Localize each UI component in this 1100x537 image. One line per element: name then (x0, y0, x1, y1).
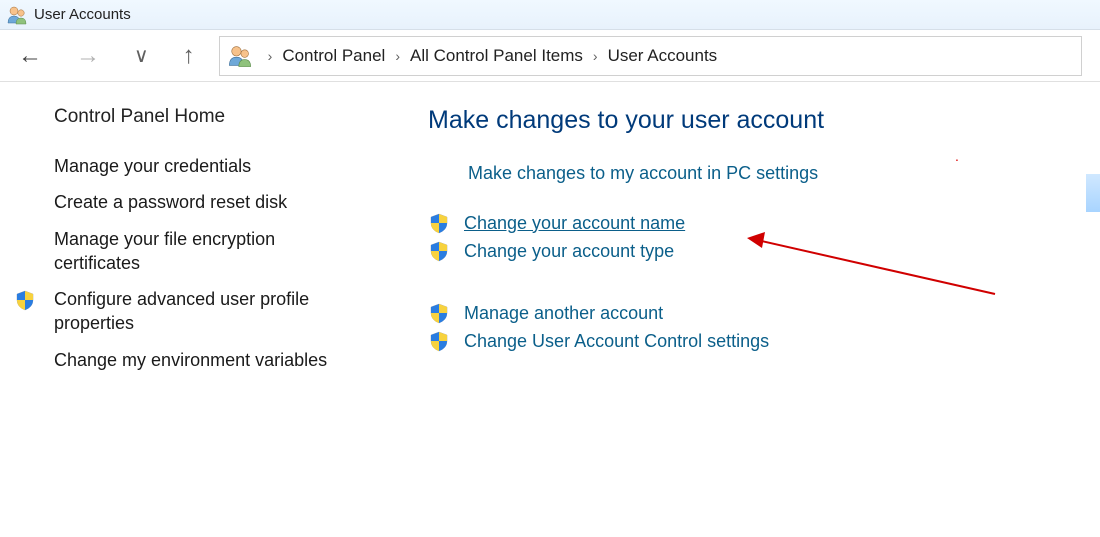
action-change-account-type[interactable]: Change your account type (428, 240, 1100, 262)
chevron-right-icon[interactable]: › (593, 48, 598, 64)
user-accounts-icon (6, 4, 28, 26)
title-bar: User Accounts (0, 0, 1100, 30)
shield-icon (428, 240, 450, 262)
sidebar-password-reset-disk[interactable]: Create a password reset disk (54, 190, 340, 214)
sidebar-item-label: Manage your credentials (54, 156, 251, 176)
action-manage-another-account[interactable]: Manage another account (428, 302, 1100, 324)
action-link-label: Change your account type (464, 241, 674, 262)
breadcrumb-user-accounts[interactable]: User Accounts (608, 46, 718, 66)
back-button[interactable]: ← (18, 44, 42, 68)
address-bar[interactable]: › Control Panel › All Control Panel Item… (219, 36, 1082, 76)
sidebar-manage-credentials[interactable]: Manage your credentials (54, 154, 340, 178)
recent-dropdown[interactable]: ∨ (134, 46, 149, 66)
sidebar-environment-variables[interactable]: Change my environment variables (54, 348, 340, 372)
chevron-right-icon[interactable]: › (268, 48, 273, 64)
navigation-bar: ← → ∨ ↑ › Control Panel › All Control Pa… (0, 30, 1100, 82)
sidebar-item-label: Configure advanced user profile properti… (54, 289, 309, 333)
action-link-label: Manage another account (464, 303, 663, 324)
nav-icons: ← → ∨ ↑ (18, 44, 195, 68)
sidebar-advanced-profile[interactable]: Configure advanced user profile properti… (14, 287, 340, 336)
shield-icon (14, 289, 36, 311)
action-link-label: Change User Account Control settings (464, 331, 769, 352)
page-heading: Make changes to your user account (428, 106, 1100, 135)
shield-icon (428, 212, 450, 234)
breadcrumb-control-panel[interactable]: Control Panel (282, 46, 385, 66)
forward-button[interactable]: → (76, 44, 100, 68)
sidebar-file-encryption-certs[interactable]: Manage your file encryption certificates (54, 227, 340, 276)
control-panel-home-link[interactable]: Control Panel Home (54, 106, 340, 128)
up-button[interactable]: ↑ (183, 44, 195, 68)
action-change-uac-settings[interactable]: Change User Account Control settings (428, 330, 1100, 352)
shield-icon (428, 330, 450, 352)
sidebar: Control Panel Home Manage your credentia… (0, 106, 380, 384)
right-accent-strip (1086, 174, 1100, 212)
content-area: Control Panel Home Manage your credentia… (0, 82, 1100, 384)
window-title: User Accounts (34, 6, 131, 23)
chevron-right-icon[interactable]: › (395, 48, 400, 64)
user-accounts-icon (226, 42, 254, 70)
sidebar-item-label: Create a password reset disk (54, 192, 287, 212)
main-panel: Make changes to your user account Make c… (380, 106, 1100, 384)
action-link-label: Change your account name (464, 213, 685, 234)
pc-settings-link[interactable]: Make changes to my account in PC setting… (468, 163, 1100, 184)
sidebar-item-label: Change my environment variables (54, 350, 327, 370)
sidebar-item-label: Manage your file encryption certificates (54, 229, 275, 273)
breadcrumb-all-items[interactable]: All Control Panel Items (410, 46, 583, 66)
shield-icon (428, 302, 450, 324)
action-change-account-name[interactable]: Change your account name (428, 212, 1100, 234)
